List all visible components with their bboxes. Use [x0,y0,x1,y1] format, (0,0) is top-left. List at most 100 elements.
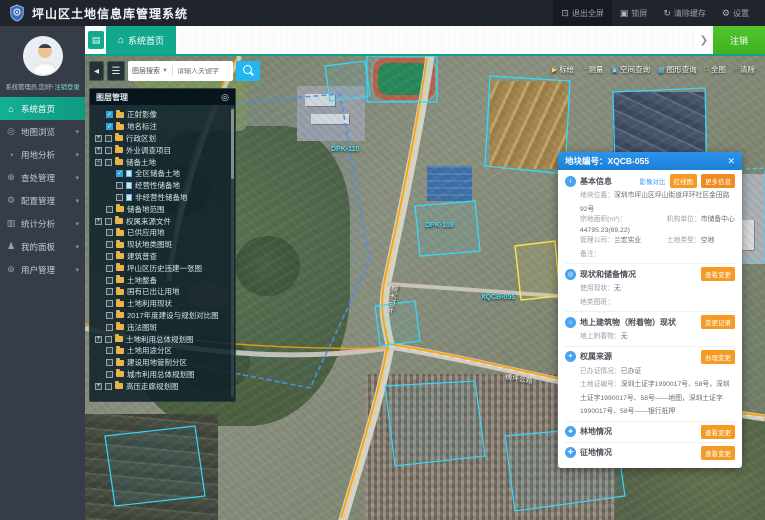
layer-checkbox[interactable] [116,182,123,189]
layer-checkbox[interactable] [106,312,113,319]
layer-checkbox[interactable] [106,277,113,284]
layer-tree-item[interactable]: 储备地范围 [95,203,229,215]
layer-tree-item[interactable]: 已供应用地 [95,227,229,239]
menu-collapse-button[interactable]: ▤ [88,31,104,49]
map-tool-shape-query[interactable]: ▦图形查询 [658,64,697,75]
layer-tree-item[interactable]: 经营性储备地 [95,180,229,192]
layer-checkbox[interactable] [116,170,123,177]
parcel-section: ⌂地上建筑物（附着物）现状变更记录地上附着物无 [565,312,735,347]
layer-checkbox[interactable] [106,371,113,378]
layer-checkbox[interactable] [106,347,113,354]
section-action-button[interactable]: 查看变更 [701,425,735,439]
layer-checkbox[interactable] [105,336,112,343]
layer-settings-icon[interactable]: ◎ [221,92,229,103]
layer-tree-item[interactable]: −储备土地 [95,156,229,168]
tree-expander[interactable]: + [95,383,102,390]
map-tool-clear[interactable]: ×清除 [734,64,755,75]
layer-tree-item[interactable]: 2017年度建设与规划对比图 [95,310,229,322]
layer-checkbox[interactable] [106,265,113,272]
logout-button[interactable]: 注销 [713,26,765,54]
sidebar-item-4[interactable]: ⚙配置管理▾ [0,189,85,212]
layer-tree-item[interactable]: +行政区划 [95,133,229,145]
layer-tree-item[interactable]: 土地利用现状 [95,298,229,310]
map-tool-measure[interactable]: ◔测量 [582,64,603,75]
layer-checkbox[interactable] [106,300,113,307]
tree-expander[interactable]: + [95,135,102,142]
tree-expander[interactable]: + [95,147,102,154]
section-action-button[interactable]: 变更记录 [701,315,735,329]
layer-tree-item[interactable]: 违法图斑 [95,321,229,333]
map-tool-full-extent[interactable]: □全图 [705,64,726,75]
layer-checkbox[interactable] [106,111,113,118]
layer-tree-item[interactable]: 地名标注 [95,121,229,133]
sidebar-item-1[interactable]: ◎地图浏览▾ [0,120,85,143]
layer-tree-item[interactable]: +土地利用总体规划图 [95,333,229,345]
layer-checkbox[interactable] [106,324,113,331]
redline-map-button[interactable]: 红线图 [670,174,698,188]
search-input[interactable] [173,68,233,75]
map-viewport[interactable]: DPK-108DPK-110XQCB-055中山大道横坪公路 ◂ ☰ 图层搜索 … [85,56,765,520]
header-action-fullscreen-exit[interactable]: ⊡退出全屏 [553,0,612,26]
more-info-button[interactable]: 更多信息 [701,174,735,188]
analysis-icon: ◔ [6,150,16,160]
parcel-detail-panel: 地块编号：XQCB-055 ✕ i基本信息影像对比红线图更多信息地块位置深圳市坪… [558,152,742,468]
layer-list-button[interactable]: ☰ [107,61,125,81]
layer-tree-item[interactable]: +高压走廊规划图 [95,380,229,392]
header-action-refresh[interactable]: ↻清除缓存 [655,0,714,26]
tree-expander[interactable]: + [95,336,102,343]
image-compare-link[interactable]: 影像对比 [640,176,666,186]
tab-home[interactable]: ⌂ 系统首页 [106,26,176,54]
sidebar-item-3[interactable]: ⊕查处管理▾ [0,166,85,189]
layer-checkbox[interactable] [106,241,113,248]
layer-tree-item[interactable]: +权属来源文件 [95,215,229,227]
tree-expander[interactable]: − [95,159,102,166]
layer-checkbox[interactable] [116,194,123,201]
layer-tree-item[interactable]: 正射影像 [95,109,229,121]
layer-checkbox[interactable] [106,229,113,236]
sidebar-item-0[interactable]: ⌂系统首页 [0,97,85,120]
sidebar-item-2[interactable]: ◔用地分析▾ [0,143,85,166]
layer-tree-item[interactable]: 城市利用总体规划图 [95,369,229,381]
logout-link[interactable]: 注销登录 [54,84,79,91]
field: 地块位置深圳市坪山区坪山街道坪环社区金田路92号 [580,192,730,213]
close-icon[interactable]: ✕ [727,156,735,167]
sidebar-item-6[interactable]: ♟我的面板▾ [0,235,85,258]
search-category-dropdown[interactable]: 图层搜索 ▼ [128,66,173,76]
map-tool-spatial-query[interactable]: ▣空间查询 [611,64,650,75]
layer-panel-scrollbar[interactable] [231,107,234,397]
layer-tree-item[interactable]: 非经营性储备地 [95,192,229,204]
layer-tree-item[interactable]: 土地整备 [95,274,229,286]
section-action-button[interactable]: 查看变更 [701,446,735,460]
layer-tree-item[interactable]: 建设用地管制分区 [95,357,229,369]
layer-tree-item[interactable]: 现状地类图斑 [95,239,229,251]
layer-checkbox[interactable] [106,253,113,260]
layer-checkbox[interactable] [105,218,112,225]
layer-tree-item[interactable]: 土地用途分区 [95,345,229,357]
layer-checkbox[interactable] [105,147,112,154]
sidebar-item-5[interactable]: ▥统计分析▾ [0,212,85,235]
header-action-lock[interactable]: ▣锁屏 [612,0,656,26]
layer-tree-item[interactable]: 建筑普查 [95,251,229,263]
tree-expander[interactable]: + [95,218,102,225]
layer-checkbox[interactable] [106,359,113,366]
layer-checkbox[interactable] [106,206,113,213]
layer-checkbox[interactable] [106,123,113,130]
layer-tree-item[interactable]: 全区储备土地 [95,168,229,180]
header-action-gear[interactable]: ⚙设置 [714,0,757,26]
source-icon: ✦ [565,351,576,362]
layer-checkbox[interactable] [106,288,113,295]
map-tool-draw[interactable]: ▶标绘 [552,64,574,75]
layer-checkbox[interactable] [105,135,112,142]
folder-icon [116,301,124,307]
sidebar-item-7[interactable]: ⊚用户管理▾ [0,258,85,281]
layer-tree-item[interactable]: +外业调查项目 [95,144,229,156]
layer-checkbox[interactable] [105,383,112,390]
section-action-button[interactable]: 办理变更 [701,350,735,364]
layer-checkbox[interactable] [105,159,112,166]
panel-collapse-button[interactable]: ◂ [89,61,104,81]
tab-scroll-right-button[interactable]: ❯ [695,26,713,54]
search-button[interactable] [236,61,260,81]
layer-tree-item[interactable]: 国有已出让用地 [95,286,229,298]
section-action-button[interactable]: 查看变更 [701,267,735,281]
layer-tree-item[interactable]: 坪山区历史违建一张图 [95,262,229,274]
